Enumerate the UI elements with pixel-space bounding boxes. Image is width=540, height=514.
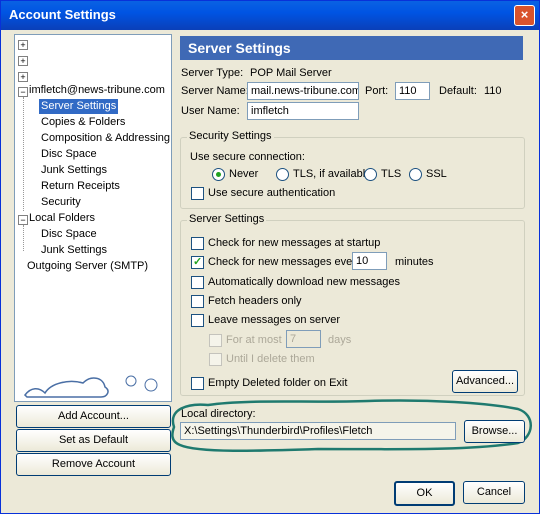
until-delete-label: Until I delete them: [226, 353, 315, 365]
user-name-label: User Name:: [181, 105, 240, 117]
tree-item-account[interactable]: imfletch@news-tribune.com: [29, 83, 165, 98]
add-account-button[interactable]: Add Account...: [16, 405, 171, 428]
expand-icon[interactable]: +: [18, 56, 28, 66]
security-settings-group: Security Settings Use secure connection:…: [180, 130, 525, 209]
server-settings-legend: Server Settings: [187, 213, 267, 225]
page-title: Server Settings: [188, 40, 291, 56]
advanced-button[interactable]: Advanced...: [452, 370, 518, 393]
minutes-label: minutes: [395, 256, 434, 268]
radio-ssl[interactable]: [409, 168, 422, 181]
port-field[interactable]: 110: [395, 82, 430, 100]
user-name-field[interactable]: imfletch: [247, 102, 359, 120]
tree-connector: [23, 225, 24, 251]
leave-messages-label[interactable]: Leave messages on server: [208, 314, 340, 326]
radio-never-label[interactable]: Never: [229, 168, 258, 180]
cancel-button[interactable]: Cancel: [463, 481, 525, 504]
secure-auth-label[interactable]: Use secure authentication: [208, 187, 335, 199]
tree-item-composition[interactable]: Composition & Addressing: [41, 131, 170, 146]
tree-item-junk-settings[interactable]: Junk Settings: [41, 163, 107, 178]
remove-account-button[interactable]: Remove Account: [16, 453, 171, 476]
window-title: Account Settings: [9, 7, 116, 22]
local-directory-field[interactable]: X:\Settings\Thunderbird\Profiles\Fletch: [180, 422, 456, 440]
for-at-most-checkbox[interactable]: [209, 334, 222, 347]
title-bar: Account Settings ×: [1, 1, 539, 30]
server-type-label: Server Type:: [181, 67, 244, 79]
until-delete-checkbox[interactable]: [209, 353, 222, 366]
tree-item-local-folders[interactable]: Local Folders: [29, 211, 95, 226]
fetch-headers-checkbox[interactable]: [191, 295, 204, 308]
page-header: Server Settings: [180, 36, 523, 60]
tree-item-disc-space[interactable]: Disc Space: [41, 147, 97, 162]
ok-button[interactable]: OK: [394, 481, 455, 506]
radio-ssl-label[interactable]: SSL: [426, 168, 447, 180]
tree-connector: [23, 97, 24, 211]
tree-item-return-receipts[interactable]: Return Receipts: [41, 179, 120, 194]
security-settings-legend: Security Settings: [187, 130, 274, 142]
server-name-label: Server Name:: [181, 85, 249, 97]
tree-item-server-settings[interactable]: Server Settings: [39, 99, 119, 114]
server-type-value: POP Mail Server: [250, 67, 332, 79]
radio-tls-if-available[interactable]: [276, 168, 289, 181]
radio-tls-label[interactable]: TLS: [381, 168, 401, 180]
set-default-button[interactable]: Set as Default: [16, 429, 171, 452]
port-label: Port:: [365, 85, 389, 97]
tree-item-copies-folders[interactable]: Copies & Folders: [41, 115, 125, 130]
radio-tls[interactable]: [364, 168, 377, 181]
days-label: days: [328, 334, 352, 346]
tree-item-security[interactable]: Security: [41, 195, 81, 210]
expand-icon[interactable]: +: [18, 40, 28, 50]
auto-download-checkbox[interactable]: [191, 276, 204, 289]
radio-never[interactable]: [212, 168, 225, 181]
close-button[interactable]: ×: [514, 5, 535, 26]
local-directory-label: Local directory:: [181, 408, 256, 420]
auto-download-label[interactable]: Automatically download new messages: [208, 276, 400, 288]
fetch-headers-label[interactable]: Fetch headers only: [208, 295, 302, 307]
default-port-value: 110: [484, 85, 502, 97]
empty-deleted-checkbox[interactable]: [191, 377, 204, 390]
for-at-most-label: For at most: [226, 334, 282, 346]
account-tree[interactable]: + + + − imfletch@news-tribune.com Server…: [14, 34, 172, 402]
browse-button[interactable]: Browse...: [464, 420, 525, 443]
check-every-checkbox[interactable]: [191, 255, 204, 269]
use-secure-label: Use secure connection:: [190, 151, 305, 163]
days-field[interactable]: 7: [286, 330, 321, 348]
expand-icon[interactable]: +: [18, 72, 28, 82]
check-every-label[interactable]: Check for new messages every: [208, 256, 361, 268]
collapse-icon[interactable]: −: [18, 87, 28, 97]
leave-messages-checkbox[interactable]: [191, 314, 204, 327]
collapse-icon[interactable]: −: [18, 215, 28, 225]
tree-item-local-disc-space[interactable]: Disc Space: [41, 227, 97, 242]
radio-tls-if-available-label[interactable]: TLS, if available: [293, 168, 371, 180]
tree-item-local-junk-settings[interactable]: Junk Settings: [41, 243, 107, 258]
check-startup-checkbox[interactable]: [191, 237, 204, 250]
tree-item-outgoing-server[interactable]: Outgoing Server (SMTP): [27, 259, 148, 274]
empty-deleted-label[interactable]: Empty Deleted folder on Exit: [208, 377, 347, 389]
server-settings-group: Server Settings Check for new messages a…: [180, 213, 525, 396]
sleeping-dog-icon: [24, 375, 158, 398]
account-settings-window: Account Settings × + + + − imfletch@news…: [0, 0, 540, 514]
default-port-label: Default:: [439, 85, 477, 97]
check-every-field[interactable]: 10: [352, 252, 387, 270]
secure-auth-checkbox[interactable]: [191, 187, 204, 200]
server-name-field[interactable]: mail.news-tribune.com: [247, 82, 359, 100]
check-startup-label[interactable]: Check for new messages at startup: [208, 237, 380, 249]
